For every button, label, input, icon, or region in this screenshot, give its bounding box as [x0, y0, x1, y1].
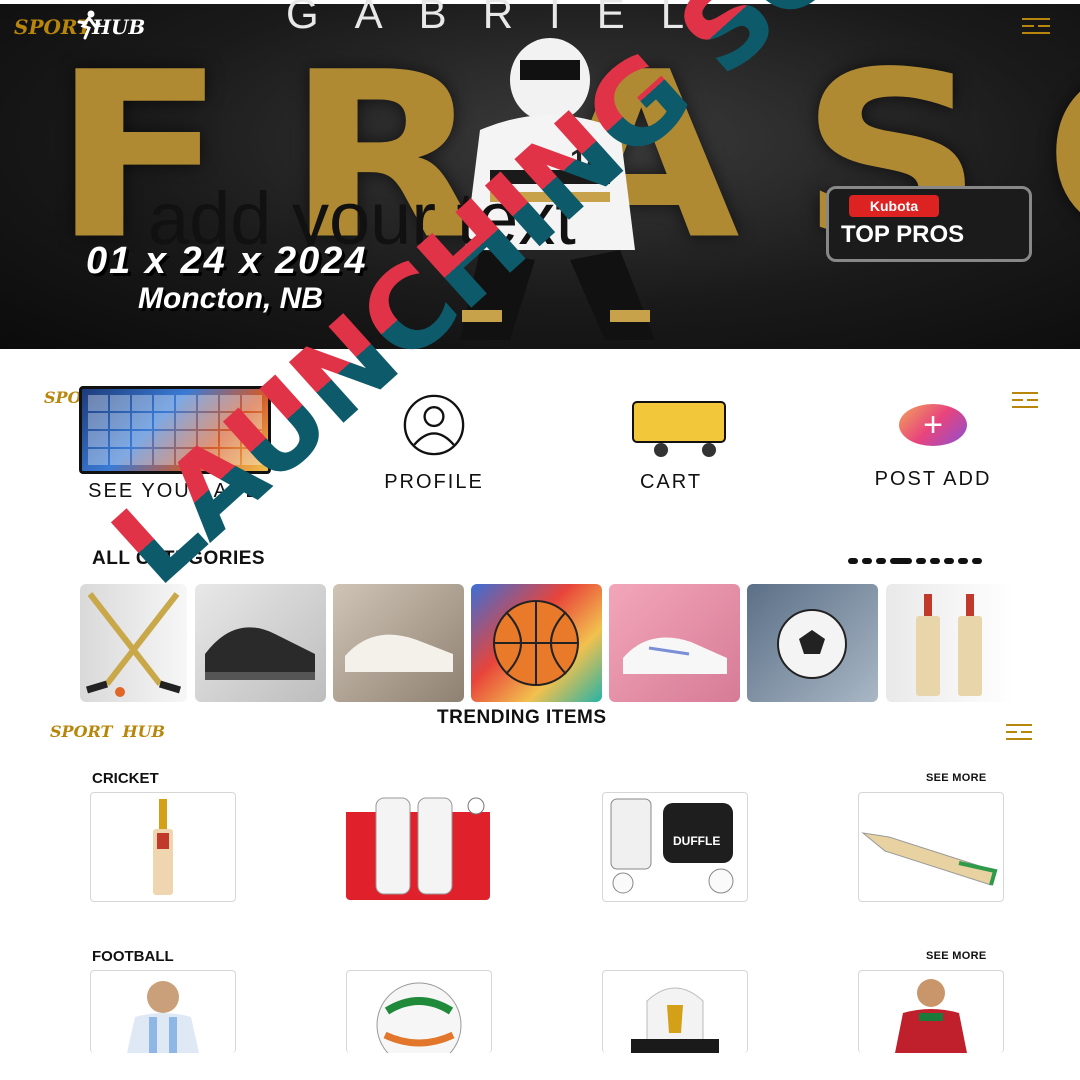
cricket-bat-icon: [916, 594, 982, 696]
category-tile-football[interactable]: [747, 584, 878, 702]
hero-date: 01 x 24 x 2024: [86, 240, 368, 282]
svg-text:DUFFLE: DUFFLE: [673, 834, 720, 848]
badge-text: TOP PROS: [841, 221, 965, 248]
product-card[interactable]: [858, 970, 1004, 1053]
menu-icon[interactable]: [1006, 722, 1034, 742]
category-tile-cricket-bats[interactable]: [886, 584, 1014, 702]
product-card[interactable]: DUFFLE: [602, 792, 748, 902]
see-more-link[interactable]: SEE MORE: [926, 950, 986, 962]
sport-hub-logo[interactable]: SPORT HUB: [14, 10, 145, 40]
category-tile-running-shoes[interactable]: [609, 584, 740, 702]
section-label-football: FOOTBALL: [92, 948, 174, 965]
shoe-icon: [623, 637, 727, 674]
see-more-link[interactable]: SEE MORE: [926, 772, 986, 784]
page-dot[interactable]: [944, 558, 954, 564]
football-image: [376, 982, 462, 1053]
cart-icon: [632, 401, 726, 457]
football-icon: [777, 609, 847, 679]
page-dot[interactable]: [916, 558, 926, 564]
page-dot[interactable]: [862, 558, 872, 564]
product-card[interactable]: [346, 792, 490, 900]
trending-items-title: TRENDING ITEMS: [437, 707, 607, 728]
shoe-icon: [345, 634, 453, 672]
nav-label: PROFILE: [384, 471, 484, 493]
page-dot[interactable]: [930, 558, 940, 564]
player-jersey-image: [895, 979, 967, 1053]
page-dot[interactable]: [848, 558, 858, 564]
page-dot-active[interactable]: [890, 558, 912, 564]
badge-sponsor: Kubota: [849, 195, 939, 217]
category-tile-basketball[interactable]: [471, 584, 602, 702]
runner-icon: [77, 10, 101, 40]
logo-part-2: HUB: [122, 722, 166, 741]
category-tile-white-shoes[interactable]: [333, 584, 464, 702]
section-label-cricket: CRICKET: [92, 770, 159, 787]
nav-label: CART: [639, 471, 703, 493]
cricket-bat-image: [153, 799, 173, 895]
sport-hub-logo-trending[interactable]: SPORT HUB: [50, 722, 165, 741]
cricket-bat-image: [861, 832, 998, 886]
sneaker-icon: [205, 627, 315, 680]
logo-part-1: SPORT: [50, 722, 113, 741]
nav-label: POST ADD: [874, 468, 992, 490]
hero-location: Moncton, NB: [138, 282, 323, 315]
trophy-image: [631, 987, 719, 1053]
category-tile-sneakers[interactable]: [195, 584, 326, 702]
category-carousel[interactable]: [80, 584, 1014, 702]
page-dot[interactable]: [876, 558, 886, 564]
page-dot[interactable]: [972, 558, 982, 564]
product-card[interactable]: [90, 970, 236, 1053]
nav-cart[interactable]: CART: [606, 394, 736, 494]
plus-icon: +: [899, 404, 967, 446]
product-card[interactable]: [346, 970, 492, 1053]
player-jersey-image: [127, 981, 199, 1053]
nav-post-add[interactable]: + POST ADD: [864, 404, 1002, 491]
basketball-icon: [493, 600, 579, 686]
product-card[interactable]: [602, 970, 748, 1053]
duffle-kit-image: DUFFLE: [610, 798, 734, 894]
product-card[interactable]: [858, 792, 1004, 902]
carousel-pagination[interactable]: [848, 558, 982, 564]
product-card[interactable]: [90, 792, 236, 902]
menu-icon[interactable]: [1012, 390, 1040, 410]
top-prospects-badge: Kubota TOP PROS: [826, 186, 1032, 262]
page-dot[interactable]: [958, 558, 968, 564]
menu-icon[interactable]: [1022, 16, 1050, 36]
batting-pads-image: [346, 797, 490, 900]
